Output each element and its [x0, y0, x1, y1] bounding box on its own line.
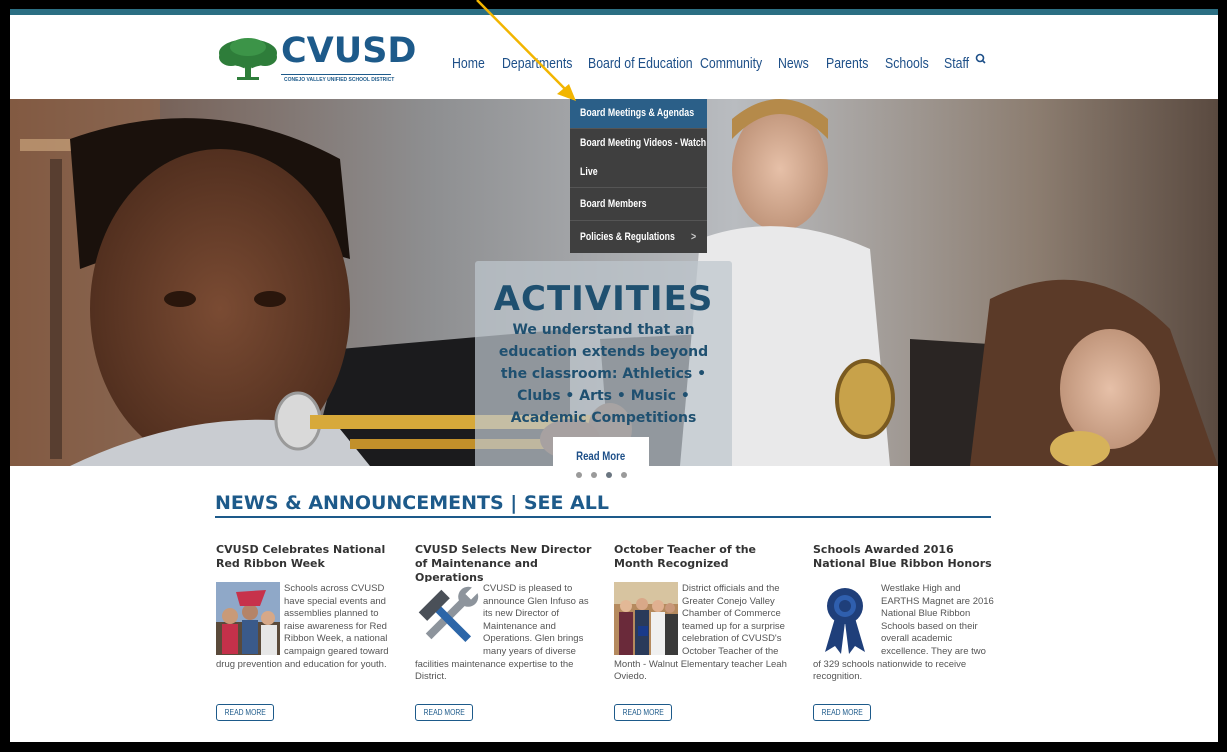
dropdown-label: Policies & Regulations — [580, 231, 675, 243]
board-of-education-dropdown: Board Meetings & Agendas Board Meeting V… — [570, 99, 707, 253]
hero-read-more-button[interactable]: Read More — [553, 437, 649, 466]
site-header: CVUSD CONEJO VALLEY UNIFIED SCHOOL DISTR… — [10, 15, 1218, 99]
article-text: Schools across CVUSD have special events… — [216, 583, 398, 671]
hero-text: We understand that an education extends … — [498, 322, 709, 426]
read-more-label: READ MORE — [224, 708, 266, 717]
dropdown-label: Board Meeting Videos - Watch — [580, 137, 707, 149]
slider-dots — [576, 472, 636, 480]
oak-tree-icon — [219, 38, 277, 80]
read-more-button[interactable]: READ MORE — [415, 704, 473, 721]
article-text: Westlake High and EARTHS Magnet are 2016… — [813, 583, 995, 684]
dropdown-item-board-members[interactable]: Board Members — [570, 187, 707, 220]
nav-staff[interactable]: Staff — [944, 55, 969, 72]
dropdown-item-policies[interactable]: Policies & Regulations > — [570, 220, 707, 253]
nav-parents[interactable]: Parents — [826, 55, 868, 72]
news-article: October Teacher of the Month Recognized … — [614, 543, 796, 733]
dropdown-label: Board Meetings & Agendas — [580, 107, 695, 119]
read-more-label: READ MORE — [423, 708, 465, 717]
nav-home[interactable]: Home — [452, 55, 485, 72]
search-icon[interactable] — [974, 52, 988, 66]
article-text: CVUSD is pleased to announce Glen Infuso… — [415, 583, 597, 684]
article-title[interactable]: CVUSD Celebrates National Red Ribbon Wee… — [216, 543, 401, 571]
dropdown-item-board-meetings[interactable]: Board Meetings & Agendas — [570, 99, 707, 128]
image-spacer — [614, 583, 682, 658]
nav-board-of-education[interactable]: Board of Education — [588, 55, 693, 72]
article-text: District officials and the Greater Conej… — [614, 583, 796, 684]
chevron-right-icon: > — [690, 231, 696, 243]
read-more-label: READ MORE — [821, 708, 863, 717]
read-more-button[interactable]: READ MORE — [614, 704, 672, 721]
article-title[interactable]: CVUSD Selects New Director of Maintenanc… — [415, 543, 600, 585]
hero-read-more-label: Read More — [576, 449, 626, 463]
hero-title: ACTIVITIES — [493, 279, 714, 319]
news-article: CVUSD Celebrates National Red Ribbon Wee… — [216, 543, 398, 733]
image-spacer — [216, 583, 284, 658]
article-title[interactable]: Schools Awarded 2016 National Blue Ribbo… — [813, 543, 998, 571]
logo-divider — [281, 74, 391, 75]
image-spacer — [813, 583, 881, 658]
read-more-button[interactable]: READ MORE — [813, 704, 871, 721]
browser-page: CVUSD CONEJO VALLEY UNIFIED SCHOOL DISTR… — [10, 9, 1218, 742]
nav-departments[interactable]: Departments — [502, 55, 572, 72]
read-more-label: READ MORE — [622, 708, 664, 717]
nav-news[interactable]: News — [778, 55, 809, 72]
site-logo[interactable]: CVUSD CONEJO VALLEY UNIFIED SCHOOL DISTR… — [217, 31, 416, 87]
slider-dot-active[interactable] — [606, 472, 612, 478]
news-article: CVUSD Selects New Director of Maintenanc… — [415, 543, 597, 733]
logo-subtitle: CONEJO VALLEY UNIFIED SCHOOL DISTRICT — [284, 77, 395, 83]
hero-caption: ACTIVITIES We understand that an educati… — [475, 261, 732, 466]
dropdown-label-cont: Live — [580, 166, 598, 178]
slider-dot[interactable] — [621, 472, 627, 478]
dropdown-label: Board Members — [580, 198, 647, 210]
nav-community[interactable]: Community — [700, 55, 762, 72]
logo-text: CVUSD — [281, 31, 417, 71]
news-article: Schools Awarded 2016 National Blue Ribbo… — [813, 543, 995, 733]
article-title[interactable]: October Teacher of the Month Recognized — [614, 543, 799, 571]
news-heading[interactable]: NEWS & ANNOUNCEMENTS | SEE ALL — [215, 492, 609, 514]
nav-schools[interactable]: Schools — [885, 55, 929, 72]
read-more-button[interactable]: READ MORE — [216, 704, 274, 721]
slider-dot[interactable] — [591, 472, 597, 478]
dropdown-item-board-videos[interactable]: Board Meeting Videos - Watch Live — [570, 128, 707, 187]
slider-dot[interactable] — [576, 472, 582, 478]
image-spacer — [415, 583, 483, 658]
news-divider — [215, 516, 991, 518]
